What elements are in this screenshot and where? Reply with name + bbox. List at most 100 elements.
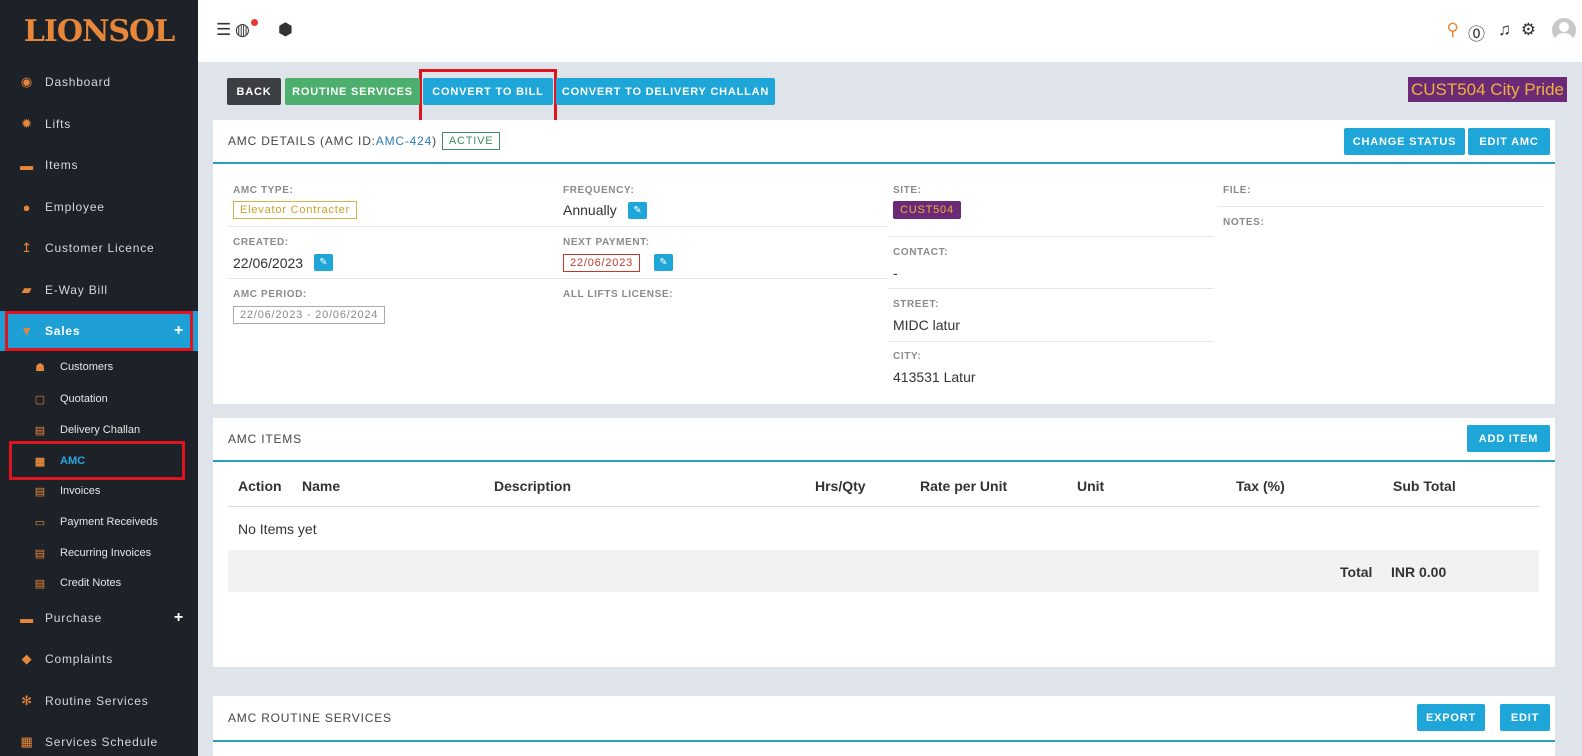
top-header: ☰ ◍ ⬢ ⚲ ⓪ ♫ ⚙	[198, 0, 1582, 62]
street-value: MIDC latur	[893, 317, 960, 333]
amc-id-link[interactable]: AMC-424	[376, 134, 432, 148]
sidebar-item-label: Customer Licence	[45, 241, 155, 255]
frequency-value: Annually	[563, 202, 617, 218]
total-row: Total INR 0.00	[228, 550, 1539, 592]
edit-created-pencil-icon[interactable]: ✎	[314, 254, 333, 271]
shield-icon[interactable]: ⬢	[278, 20, 293, 40]
sidebar-subitem-amc[interactable]: ▦ AMC	[0, 446, 198, 476]
sidebar-item-dashboard[interactable]: ◉ Dashboard	[0, 62, 198, 102]
all-lifts-license-label: ALL LIFTS LICENSE:	[563, 289, 674, 300]
file-text-icon: ▤	[34, 577, 46, 590]
convert-to-bill-button[interactable]: CONVERT TO BILL	[423, 78, 553, 105]
sidebar-item-employee[interactable]: ● Employee	[0, 187, 198, 227]
users-icon: ☗	[35, 361, 45, 374]
created-value: 22/06/2023	[233, 255, 304, 271]
sidebar-subitem-label: Recurring Invoices	[60, 547, 152, 559]
user-icon: ●	[22, 199, 32, 215]
column-header-unit: Unit	[1077, 478, 1105, 494]
column-header-hrs-qty: Hrs/Qty	[815, 478, 866, 494]
sidebar: LIONSOL ◉ Dashboard ✹ Lifts ▬ Items ● Em…	[0, 0, 198, 756]
sidebar-subitem-label: Credit Notes	[60, 577, 122, 589]
edit-next-payment-pencil-icon[interactable]: ✎	[654, 254, 673, 271]
sidebar-subitem-payment-receiveds[interactable]: ▭ Payment Receiveds	[0, 507, 198, 537]
status-badge: ACTIVE	[441, 132, 501, 150]
sidebar-item-sales[interactable]: ▾ Sales +	[0, 311, 198, 351]
sidebar-subitem-quotation[interactable]: ▢ Quotation	[0, 384, 198, 414]
globe-icon[interactable]: ◍	[235, 20, 250, 40]
contact-label: CONTACT:	[893, 247, 949, 258]
expand-plus-icon[interactable]: +	[174, 609, 184, 627]
sidebar-item-label: Sales	[45, 324, 81, 338]
bell-icon[interactable]: ♫	[1498, 20, 1511, 40]
grid-icon: ▦	[20, 734, 34, 749]
edit-amc-button[interactable]: EDIT AMC	[1468, 128, 1550, 155]
amc-items-panel: AMC ITEMS ADD ITEM Action Name Descripti…	[213, 418, 1555, 667]
amc-details-panel: AMC DETAILS (AMC ID: AMC-424) ACTIVE CHA…	[213, 120, 1555, 404]
sidebar-item-routine-services[interactable]: ✻ Routine Services	[0, 681, 198, 721]
money-icon: ▭	[34, 516, 46, 529]
expand-plus-icon[interactable]: +	[174, 322, 184, 340]
column-header-tax: Tax (%)	[1236, 478, 1285, 494]
amc-routine-services-header: AMC ROUTINE SERVICES	[213, 696, 1555, 742]
file-text-icon: ▤	[34, 485, 46, 498]
site-label: SITE:	[893, 185, 922, 196]
sidebar-item-label: Lifts	[45, 117, 72, 131]
sidebar-item-label: Services Schedule	[45, 735, 158, 749]
sidebar-subitem-label: Quotation	[60, 393, 108, 405]
user-avatar[interactable]	[1552, 18, 1576, 42]
divider	[1218, 206, 1544, 207]
file-icon: ▢	[34, 393, 46, 406]
edit-frequency-pencil-icon[interactable]: ✎	[628, 202, 647, 219]
file-text-icon: ▤	[34, 547, 46, 560]
notification-dot	[251, 19, 258, 26]
sidebar-item-customer-licence[interactable]: ↥ Customer Licence	[0, 228, 198, 268]
empty-table-message: No Items yet	[238, 521, 317, 537]
sidebar-item-purchase[interactable]: ▬ Purchase +	[0, 598, 198, 638]
change-status-button[interactable]: CHANGE STATUS	[1344, 128, 1465, 155]
amc-period-label: AMC PERIOD:	[233, 289, 307, 300]
sidebar-item-items[interactable]: ▬ Items	[0, 145, 198, 185]
sidebar-item-label: E-Way Bill	[45, 283, 108, 297]
sidebar-item-label: Routine Services	[45, 694, 149, 708]
column-header-description: Description	[494, 478, 572, 494]
sidebar-item-services-schedule[interactable]: ▦ Services Schedule	[0, 722, 198, 756]
sidebar-item-label: Purchase	[45, 611, 103, 625]
sidebar-subitem-delivery-challan[interactable]: ▤ Delivery Challan	[0, 415, 198, 445]
site-badge[interactable]: CUST504	[893, 201, 961, 219]
hamburger-menu-icon[interactable]: ☰	[216, 20, 231, 40]
settings-gear-icon[interactable]: ⚙	[1521, 20, 1536, 40]
add-item-button[interactable]: ADD ITEM	[1467, 425, 1550, 452]
contact-value: -	[893, 265, 898, 281]
sidebar-item-eway-bill[interactable]: ▰ E-Way Bill	[0, 270, 198, 310]
file-label: FILE:	[1223, 185, 1251, 196]
divider	[558, 278, 888, 279]
sidebar-subitem-credit-notes[interactable]: ▤ Credit Notes	[0, 568, 198, 598]
divider	[888, 288, 1214, 289]
routine-services-button[interactable]: ROUTINE SERVICES	[285, 78, 420, 105]
notes-label: NOTES:	[1223, 217, 1265, 228]
divider	[888, 341, 1214, 342]
help-icon[interactable]: ⓪	[1468, 20, 1485, 45]
cart-icon: ▾	[23, 323, 31, 338]
gear-icon: ✹	[21, 116, 33, 131]
sidebar-item-lifts[interactable]: ✹ Lifts	[0, 104, 198, 144]
app-logo[interactable]: LIONSOL	[0, 0, 198, 62]
sidebar-subitem-invoices[interactable]: ▤ Invoices	[0, 476, 198, 506]
calendar-icon: ▦	[34, 455, 46, 468]
sidebar-subitem-label: Invoices	[60, 485, 101, 497]
sidebar-item-label: Employee	[45, 200, 105, 214]
edit-button[interactable]: EDIT	[1500, 704, 1550, 731]
back-button[interactable]: BACK	[227, 78, 281, 105]
sidebar-item-label: Items	[45, 158, 79, 172]
search-icon[interactable]: ⚲	[1447, 20, 1459, 40]
export-button[interactable]: EXPORT	[1417, 704, 1485, 731]
sidebar-subitem-recurring-invoices[interactable]: ▤ Recurring Invoices	[0, 538, 198, 568]
amc-items-header: AMC ITEMS	[213, 418, 1555, 462]
convert-to-delivery-challan-button[interactable]: CONVERT TO DELIVERY CHALLAN	[556, 78, 775, 105]
sidebar-item-complaints[interactable]: ◆ Complaints	[0, 639, 198, 679]
panel-title: AMC ROUTINE SERVICES	[228, 711, 392, 725]
panel-title: AMC ITEMS	[228, 432, 302, 446]
sidebar-subitem-label: Delivery Challan	[60, 424, 141, 436]
gears-icon: ✻	[21, 693, 33, 708]
sidebar-subitem-customers[interactable]: ☗ Customers	[0, 352, 198, 382]
